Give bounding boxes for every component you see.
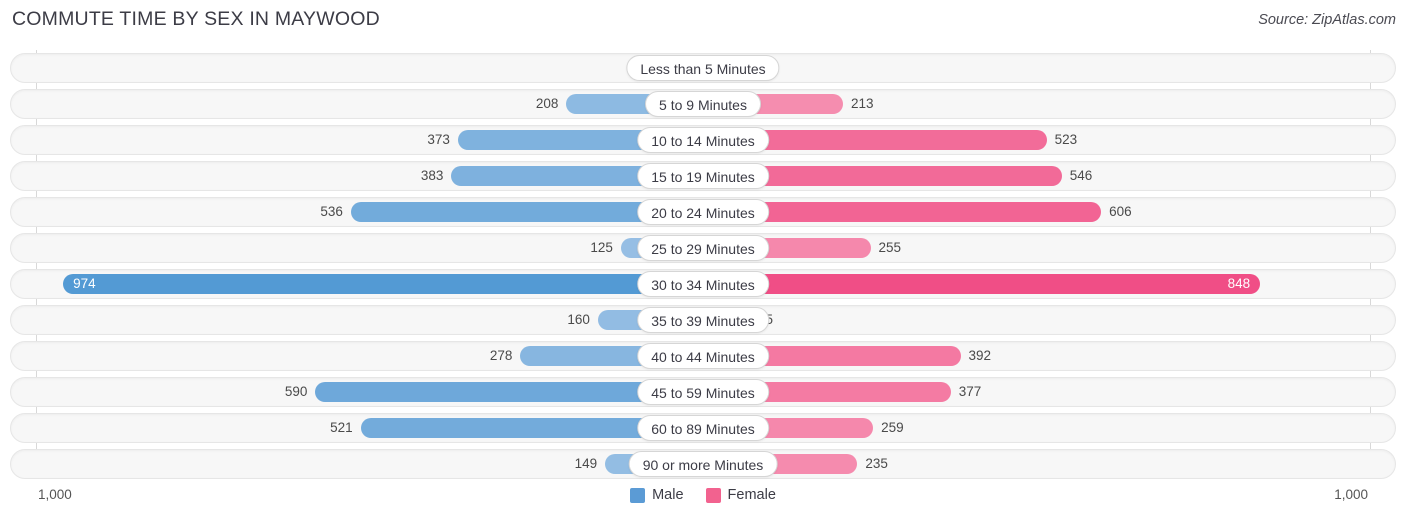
bar-value-male: 373 bbox=[427, 132, 450, 147]
bar-value-female: 392 bbox=[968, 348, 992, 363]
bar-female[interactable] bbox=[703, 274, 1261, 294]
bar-value-male: 208 bbox=[535, 96, 559, 111]
chart-row[interactable]: 125 255 25 to 29 Minutes bbox=[10, 233, 1396, 263]
category-label[interactable]: 10 to 14 Minutes bbox=[637, 127, 769, 153]
chart-row[interactable]: 1606535 to 39 Minutes bbox=[10, 305, 1396, 335]
chart-row[interactable]: 278 392 40 to 44 Minutes bbox=[10, 341, 1396, 371]
category-label[interactable]: 35 to 39 Minutes bbox=[637, 307, 769, 333]
bar-value-male: 590 bbox=[284, 384, 308, 399]
chart-plot-area: 3429Less than 5 Minutes 208 213 5 to 9 Minu… bbox=[0, 50, 1406, 482]
bar-value-female: 259 bbox=[881, 420, 904, 435]
chart-footer: 1,000 1,000 Male Female bbox=[0, 484, 1406, 514]
legend-label-male: Male bbox=[652, 487, 684, 503]
category-label[interactable]: 20 to 24 Minutes bbox=[637, 199, 769, 225]
bar-value-male: 521 bbox=[330, 420, 353, 435]
category-label[interactable]: 60 to 89 Minutes bbox=[637, 415, 769, 441]
chart-legend: Male Female bbox=[0, 484, 1406, 506]
bar-value-male: 34 bbox=[10, 58, 648, 78]
chart-root: COMMUTE TIME BY SEX IN MAYWOOD Source: Z… bbox=[0, 0, 1406, 523]
legend-swatch-female-icon bbox=[705, 487, 721, 503]
bar-value-female: 377 bbox=[958, 384, 982, 399]
bar-value-female: 606 bbox=[1109, 204, 1132, 219]
category-label[interactable]: 25 to 29 Minutes bbox=[637, 235, 769, 261]
bar-value-male: 383 bbox=[420, 168, 444, 183]
chart-row[interactable]: 383 546 15 to 19 Minutes bbox=[10, 161, 1396, 191]
chart-row[interactable]: 536 606 20 to 24 Minutes bbox=[10, 197, 1396, 227]
chart-row[interactable]: 590 377 45 to 59 Minutes bbox=[10, 377, 1396, 407]
legend-label-female: Female bbox=[727, 487, 776, 503]
bar-value-male: 536 bbox=[320, 204, 343, 219]
chart-row[interactable]: 521 259 60 to 89 Minutes bbox=[10, 413, 1396, 443]
chart-row[interactable]: 208 213 5 to 9 Minutes bbox=[10, 89, 1396, 119]
legend-item-male[interactable]: Male bbox=[630, 487, 684, 503]
page-title: COMMUTE TIME BY SEX IN MAYWOOD bbox=[12, 8, 380, 30]
chart-row[interactable]: 373 523 10 to 14 Minutes bbox=[10, 125, 1396, 155]
category-label[interactable]: 30 to 34 Minutes bbox=[637, 271, 769, 297]
chart-row[interactable]: 974 848 30 to 34 Minutes bbox=[10, 269, 1396, 299]
bar-value-male: 149 bbox=[574, 456, 598, 471]
bar-value-female: 213 bbox=[850, 96, 874, 111]
chart-row[interactable]: 3429Less than 5 Minutes bbox=[10, 53, 1396, 83]
bar-value-male: 125 bbox=[590, 240, 613, 255]
bar-value-female: 255 bbox=[878, 240, 902, 255]
legend-item-female[interactable]: Female bbox=[705, 487, 776, 503]
category-label[interactable]: 40 to 44 Minutes bbox=[637, 343, 769, 369]
category-label[interactable]: 5 to 9 Minutes bbox=[645, 91, 761, 117]
legend-swatch-male-icon bbox=[630, 487, 646, 503]
bar-value-female: 546 bbox=[1069, 168, 1093, 183]
bar-male[interactable] bbox=[63, 274, 703, 294]
bar-value-male: 160 bbox=[567, 312, 590, 327]
bar-value-female: 235 bbox=[865, 456, 888, 471]
category-label[interactable]: 15 to 19 Minutes bbox=[637, 163, 769, 189]
category-label[interactable]: 90 or more Minutes bbox=[628, 451, 778, 477]
bar-value-male: 278 bbox=[489, 348, 513, 363]
category-label[interactable]: 45 to 59 Minutes bbox=[637, 379, 769, 405]
bar-value-female: 848 bbox=[1227, 276, 1251, 291]
bar-value-female: 523 bbox=[1054, 132, 1078, 147]
bar-value-male: 974 bbox=[73, 276, 96, 291]
chart-row[interactable]: 149 235 90 or more Minutes bbox=[10, 449, 1396, 479]
source-attribution: Source: ZipAtlas.com bbox=[1258, 12, 1396, 28]
category-label[interactable]: Less than 5 Minutes bbox=[626, 55, 780, 81]
